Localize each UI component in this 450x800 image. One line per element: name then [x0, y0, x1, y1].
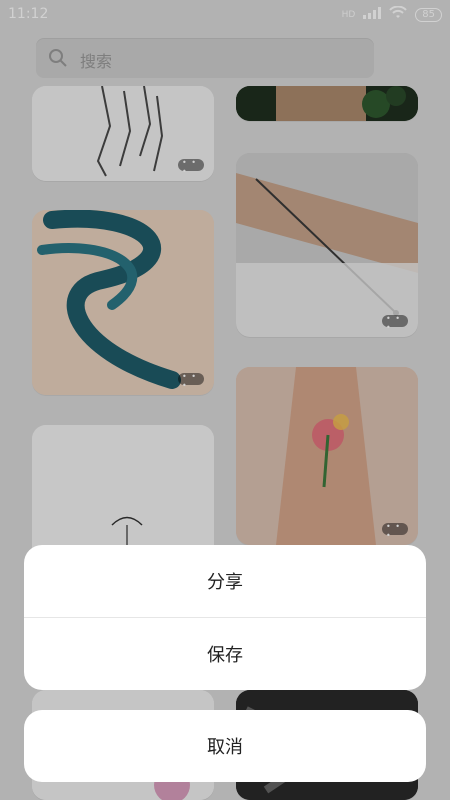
action-sheet: 分享 保存: [24, 545, 426, 690]
share-button[interactable]: 分享: [24, 545, 426, 617]
cancel-sheet: 取消: [24, 710, 426, 782]
cancel-button[interactable]: 取消: [24, 710, 426, 782]
save-button[interactable]: 保存: [24, 618, 426, 690]
